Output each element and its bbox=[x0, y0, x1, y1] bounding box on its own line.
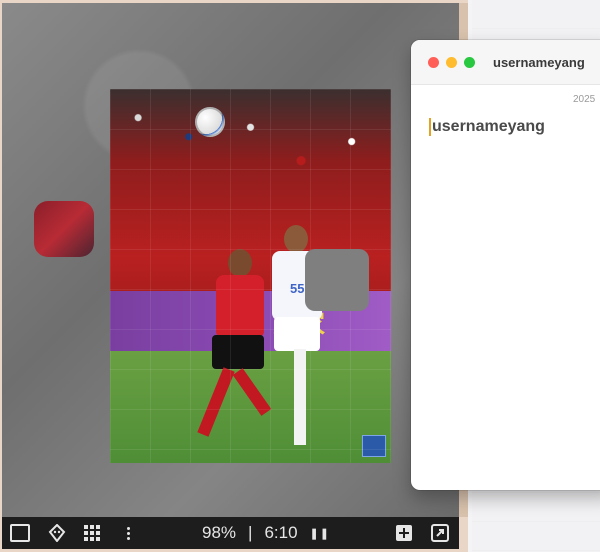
note-date: 2025 bbox=[573, 94, 596, 105]
pause-icon[interactable]: ❚❚ bbox=[310, 527, 330, 540]
ghost-icon[interactable] bbox=[47, 523, 67, 543]
note-window: usernameyang 2025 usernameyang bbox=[411, 40, 600, 490]
zoom-button[interactable] bbox=[464, 57, 475, 68]
more-vertical-icon[interactable] bbox=[118, 523, 138, 543]
loose-puzzle-piece[interactable] bbox=[34, 201, 94, 257]
note-heading[interactable]: usernameyang bbox=[429, 118, 545, 136]
close-button[interactable] bbox=[428, 57, 439, 68]
resize-icon[interactable] bbox=[430, 523, 450, 543]
text-cursor bbox=[429, 118, 431, 136]
note-heading-text: usernameyang bbox=[432, 118, 545, 136]
progress-percent: 98% bbox=[202, 523, 237, 542]
grid-icon[interactable] bbox=[82, 523, 102, 543]
note-titlebar: usernameyang bbox=[411, 40, 600, 85]
puzzle-window: 之家 55 98% | bbox=[0, 0, 468, 552]
image-icon[interactable] bbox=[10, 523, 30, 543]
puzzle-status: 98% | 6:10 ❚❚ bbox=[202, 517, 330, 549]
puzzle-board[interactable]: 之家 55 bbox=[2, 3, 459, 517]
puzzle-pieces-icon[interactable] bbox=[394, 523, 414, 543]
minimize-button[interactable] bbox=[446, 57, 457, 68]
puzzle-image[interactable]: 之家 55 bbox=[110, 89, 391, 463]
puzzle-toolbar: 98% | 6:10 ❚❚ bbox=[2, 517, 459, 549]
status-separator: | bbox=[248, 523, 253, 542]
window-title: usernameyang bbox=[493, 55, 585, 70]
missing-piece-slot[interactable] bbox=[305, 249, 369, 311]
timer: 6:10 bbox=[264, 523, 298, 542]
